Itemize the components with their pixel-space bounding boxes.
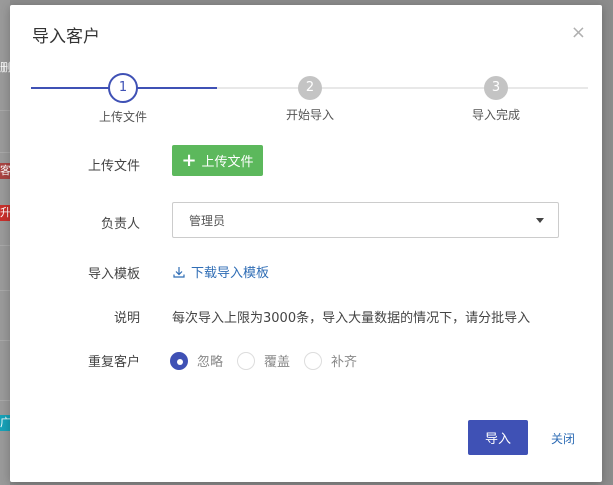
- download-template-text: 下载导入模板: [191, 266, 270, 281]
- radio-ignore[interactable]: 忽略: [170, 351, 223, 370]
- background-divider: [0, 110, 10, 111]
- step-number: 1: [108, 73, 138, 103]
- plus-icon: +: [181, 149, 197, 171]
- close-button[interactable]: 关闭: [551, 430, 575, 447]
- dialog-title: 导入客户: [32, 27, 100, 47]
- background-divider: [0, 245, 10, 246]
- background-tag: 升: [0, 205, 10, 221]
- step-label: 上传文件: [98, 110, 147, 124]
- step-label: 导入完成: [471, 108, 520, 122]
- owner-select[interactable]: 管理员: [172, 202, 559, 238]
- radio-dot[interactable]: [237, 351, 256, 370]
- step-label: 开始导入: [285, 108, 334, 122]
- import-button[interactable]: 导入: [468, 420, 528, 455]
- radio-label: 补齐: [331, 355, 358, 370]
- background-tag: 广: [0, 415, 10, 431]
- radio-dot[interactable]: [304, 351, 323, 370]
- upload-file-label: 上传文件: [87, 159, 140, 174]
- owner-select-value: 管理员: [189, 214, 226, 228]
- import-template-label: 导入模板: [87, 267, 140, 282]
- download-template-link[interactable]: 下载导入模板: [173, 262, 269, 281]
- download-icon: [173, 266, 185, 278]
- owner-label: 负责人: [100, 217, 140, 232]
- background-divider: [0, 290, 10, 291]
- duplicate-customer-label: 重复客户: [87, 355, 140, 370]
- duplicate-radio-group: 忽略 覆盖 补齐: [170, 351, 371, 370]
- step-start-import: 2 开始导入: [250, 76, 370, 123]
- background-divider: [0, 340, 10, 341]
- upload-file-button[interactable]: + 上传文件: [172, 145, 263, 176]
- background-divider: [0, 400, 10, 401]
- radio-dot[interactable]: [170, 351, 188, 370]
- import-customer-dialog: 导入客户 × 1 上传文件 2 开始导入 3 导入完成 上传文件 + 上传文件 …: [10, 5, 602, 482]
- radio-overwrite[interactable]: 覆盖: [237, 351, 290, 370]
- background-divider: [0, 152, 10, 153]
- import-limit-note: 每次导入上限为3000条，导入大量数据的情况下，请分批导入: [172, 311, 531, 326]
- radio-label: 忽略: [197, 355, 224, 370]
- radio-label: 覆盖: [264, 355, 291, 370]
- step-upload-file: 1 上传文件: [63, 73, 183, 125]
- caret-down-icon: [536, 218, 544, 223]
- step-import-complete: 3 导入完成: [436, 76, 556, 123]
- upload-button-label: 上传文件: [201, 155, 254, 170]
- background-tag: 客: [0, 163, 10, 179]
- step-number: 3: [484, 76, 508, 100]
- step-number: 2: [298, 76, 322, 100]
- note-label: 说明: [113, 311, 140, 326]
- background-tag: 删: [0, 61, 10, 74]
- close-icon[interactable]: ×: [571, 23, 586, 43]
- radio-fill[interactable]: 补齐: [304, 351, 357, 370]
